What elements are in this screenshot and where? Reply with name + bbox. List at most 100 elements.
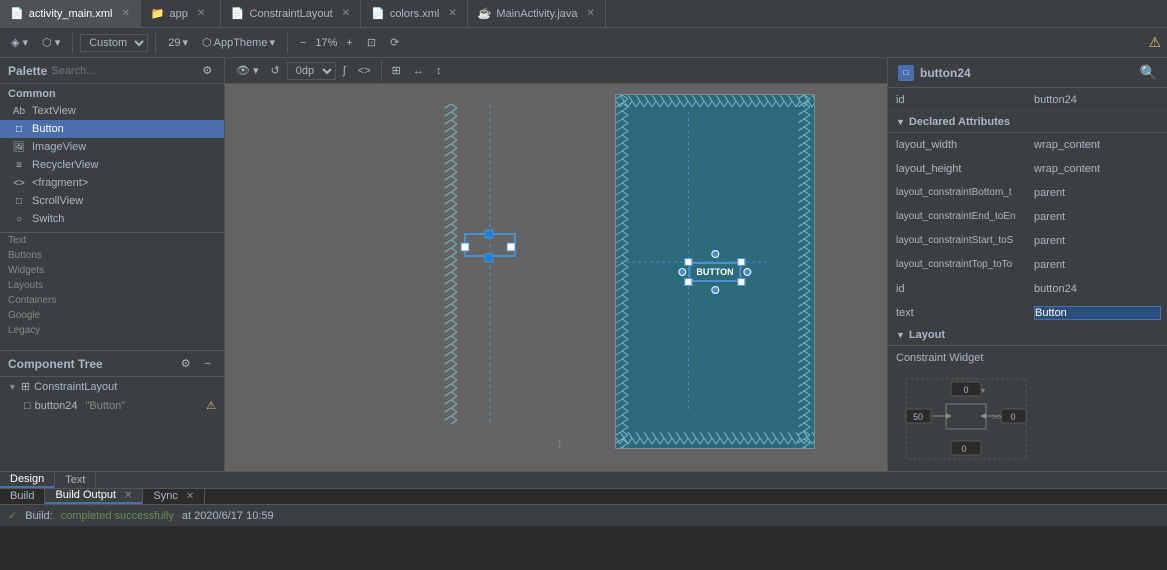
tab-build-output[interactable]: Build Output ✕: [45, 489, 143, 505]
palette-item-scrollview[interactable]: □ ScrollView: [0, 192, 224, 210]
button24-icon: □: [24, 400, 31, 412]
api-button[interactable]: 29 ▾: [163, 34, 193, 51]
palette-search-input[interactable]: [51, 65, 193, 77]
component-tree-minimize[interactable]: −: [200, 356, 216, 372]
canvas-refresh-button[interactable]: ↺: [266, 62, 285, 79]
attr-value[interactable]: parent: [1028, 256, 1167, 274]
canvas-eye-button[interactable]: 👁 ▾: [231, 62, 264, 79]
attr-value[interactable]: parent: [1028, 208, 1167, 226]
handle-top[interactable]: [711, 250, 719, 258]
attr-value[interactable]: wrap_content: [1028, 136, 1167, 154]
handle-bottomright[interactable]: [738, 278, 746, 286]
zoom-in-button[interactable]: +: [341, 35, 357, 51]
attr-value[interactable]: parent: [1028, 184, 1167, 202]
constraintlayout-icon: ⊞: [21, 380, 30, 393]
zoom-fit-button[interactable]: ⊡: [362, 34, 381, 51]
sync-close[interactable]: ✕: [186, 491, 194, 502]
attr-value[interactable]: [1028, 303, 1167, 323]
canvas-margin-dropdown[interactable]: 0dp: [287, 62, 336, 80]
tree-arrow-icon: ▼: [8, 382, 17, 392]
attr-id-label: id: [888, 91, 1028, 109]
tab-activity-main[interactable]: 📄 activity_main.xml ✕: [0, 0, 141, 27]
palette-panel: Palette ⚙ − Common Ab TextView □ Button: [0, 58, 225, 351]
canvas-align-button[interactable]: ⊞: [387, 62, 406, 79]
tab-design[interactable]: Design: [0, 472, 55, 488]
custom-dropdown[interactable]: Custom: [80, 34, 148, 52]
left-panel: Palette ⚙ − Common Ab TextView □ Button: [0, 58, 225, 471]
attr-name: layout_height: [888, 160, 1028, 178]
palette-section-buttons[interactable]: Buttons: [0, 248, 224, 263]
palette-item-imageview[interactable]: 🖼 ImageView: [0, 138, 224, 156]
palette-item-textview[interactable]: Ab TextView: [0, 102, 224, 120]
palette-section-google[interactable]: Google: [0, 308, 224, 323]
handle-bottom[interactable]: [711, 286, 719, 294]
tab-close[interactable]: ✕: [448, 8, 456, 19]
palette-item-recyclerview[interactable]: ≡ RecyclerView: [0, 156, 224, 174]
zigzag-svg-left: [445, 104, 535, 424]
tab-build[interactable]: Build: [0, 489, 45, 505]
palette-section-text[interactable]: Text: [0, 233, 224, 248]
palette-section-layouts[interactable]: Layouts: [0, 278, 224, 293]
attr-value[interactable]: button24: [1028, 280, 1167, 298]
theme-label: AppTheme: [214, 37, 268, 49]
build-output-close[interactable]: ✕: [124, 490, 132, 501]
handle-right[interactable]: [744, 268, 752, 276]
tab-text[interactable]: Text: [55, 472, 96, 488]
tab-app[interactable]: 📁 app ✕: [141, 0, 221, 27]
left-device: [445, 104, 535, 424]
tab-close[interactable]: ✕: [587, 8, 595, 19]
canvas-distribute-h[interactable]: ↔: [408, 63, 429, 79]
zoom-reset-button[interactable]: ⟳: [385, 34, 404, 51]
layout-section[interactable]: ▼ Layout: [888, 325, 1167, 346]
tab-close[interactable]: ✕: [121, 8, 129, 19]
build-message: completed successfully: [61, 510, 174, 522]
palette-item-switch[interactable]: ○ Switch: [0, 210, 224, 228]
zoom-out-button[interactable]: −: [295, 35, 311, 51]
orient-button[interactable]: ⬡ ▾: [37, 34, 65, 51]
button-widget[interactable]: BUTTON: [688, 262, 741, 282]
canvas-distribute-v[interactable]: ↕: [431, 63, 447, 79]
canvas-fx-button[interactable]: ∫: [338, 63, 351, 79]
tab-colors-xml[interactable]: 📄 colors.xml ✕: [361, 0, 468, 27]
handle-topleft[interactable]: [684, 258, 692, 266]
tree-item-label: ConstraintLayout: [34, 381, 117, 393]
tree-item-button24[interactable]: □ button24 "Button" ⚠: [16, 396, 224, 415]
tab-sync[interactable]: Sync ✕: [143, 489, 205, 505]
handle-bottomleft[interactable]: [684, 278, 692, 286]
attr-row-id2: id button24: [888, 277, 1167, 301]
attr-text-input[interactable]: [1034, 306, 1161, 320]
tab-close[interactable]: ✕: [342, 8, 350, 19]
palette-category-common: Common: [0, 84, 224, 102]
build-status-bar: ✓ Build: completed successfully at 2020/…: [0, 505, 1167, 526]
attr-value[interactable]: wrap_content: [1028, 160, 1167, 178]
tab-constraint-layout[interactable]: 📄 ConstraintLayout ✕: [221, 0, 361, 27]
attr-row-layout-width: layout_width wrap_content: [888, 133, 1167, 157]
attr-id-value[interactable]: [1028, 91, 1167, 109]
palette-item-fragment[interactable]: <> <fragment>: [0, 174, 224, 192]
palette-section-legacy[interactable]: Legacy: [0, 323, 224, 338]
tab-close[interactable]: ✕: [197, 8, 205, 19]
tree-item-constraintlayout[interactable]: ▼ ⊞ ConstraintLayout: [0, 377, 224, 396]
palette-settings-button[interactable]: ⚙: [197, 62, 217, 79]
declared-attributes-section[interactable]: ▼ Declared Attributes: [888, 112, 1167, 133]
attr-id-input[interactable]: [1034, 94, 1161, 106]
attr-value[interactable]: parent: [1028, 232, 1167, 250]
device-screen: BUTTON: [615, 94, 815, 449]
search-attr-icon[interactable]: 🔍: [1140, 64, 1157, 81]
palette-section-widgets[interactable]: Widgets: [0, 263, 224, 278]
resize-handle[interactable]: ↕: [556, 435, 563, 451]
component-tree-panel: Component Tree ⚙ − ▼ ⊞ ConstraintLayout …: [0, 351, 225, 471]
canvas-code-button[interactable]: <>: [353, 63, 376, 79]
handle-topright[interactable]: [738, 258, 746, 266]
palette-section-containers[interactable]: Containers: [0, 293, 224, 308]
tab-main-activity[interactable]: ☕ MainActivity.java ✕: [468, 0, 606, 27]
component-icon: □: [898, 65, 914, 81]
design-tab-label: Design: [10, 473, 44, 485]
component-tree-settings[interactable]: ⚙: [176, 355, 196, 372]
theme-button[interactable]: ⬡ AppTheme ▾: [197, 34, 280, 51]
handle-left[interactable]: [678, 268, 686, 276]
view-mode-button[interactable]: ◈ ▾: [6, 34, 33, 51]
tab-icon: ☕: [478, 7, 492, 20]
palette-item-button[interactable]: □ Button: [0, 120, 224, 138]
sync-tab-label: Sync: [153, 490, 177, 502]
